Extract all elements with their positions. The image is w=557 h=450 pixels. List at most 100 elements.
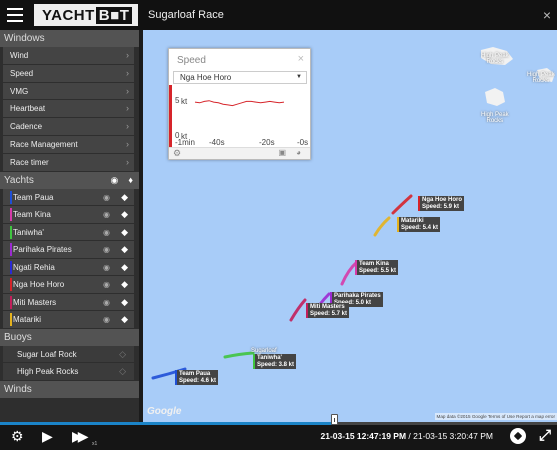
yacht-item-label: Parihaka Pirates	[13, 245, 72, 255]
tag-icon[interactable]: ◆	[121, 224, 128, 241]
yacht-item[interactable]: Nga Hoe Horo ◉ ◆	[3, 276, 134, 294]
yacht-color-swatch	[10, 295, 12, 309]
buoy-label: Sugarloaf	[251, 348, 277, 354]
buoys-header[interactable]: Buoys	[0, 328, 139, 346]
image-icon[interactable]: ▣	[278, 148, 286, 157]
yacht-item[interactable]: Ngati Rehia ◉ ◆	[3, 258, 134, 277]
yacht-map-label[interactable]: Taniwha' Speed: 3.8 kt	[253, 354, 297, 369]
yacht-item[interactable]: Taniwha' ◉ ◆	[3, 223, 134, 242]
window-item[interactable]: Race Management ›	[3, 135, 134, 154]
tag-icon[interactable]: ◆	[121, 259, 128, 276]
yacht-map-label-speed: Speed: 5.5 kt	[359, 267, 397, 274]
window-item[interactable]: VMG ›	[3, 82, 134, 101]
yachts-header[interactable]: Yachts ◉ ♦	[0, 171, 139, 189]
time-readout: 21-03-15 12:47:19 PM / 21-03-15 3:20:47 …	[320, 431, 493, 441]
yacht-map-label-speed: Speed: 4.6 kt	[179, 377, 217, 384]
yacht-map-label-name: Parihaka Pirates	[334, 293, 381, 299]
speed-chart: 5 kt0 kt-1min -40s -20s -0s	[169, 85, 308, 147]
winds-header[interactable]: Winds	[0, 380, 139, 398]
fast-forward-icon[interactable]: ▶▶	[72, 429, 88, 443]
yacht-map-label[interactable]: Nga Hoe Horo Speed: 5.9 kt	[418, 196, 465, 211]
yacht-map-label[interactable]: Team Paua Speed: 4.6 kt	[175, 370, 219, 385]
chevron-right-icon: ›	[126, 103, 129, 114]
eye-icon[interactable]: ◉	[103, 276, 110, 293]
yacht-map-label[interactable]: Miti Masters Speed: 5.7 kt	[306, 303, 350, 318]
tag-icon[interactable]: ◆	[121, 206, 128, 223]
widget-footer: ⚙ ▣ ◕	[169, 147, 310, 159]
eye-icon[interactable]: ◉	[103, 259, 110, 276]
tag-icon[interactable]: ◆	[121, 311, 128, 328]
end-time: 21-03-15 3:20:47 PM	[413, 431, 493, 441]
yacht-item[interactable]: Team Kina ◉ ◆	[3, 206, 134, 224]
tag-icon[interactable]: ◆	[121, 189, 128, 206]
yacht-item[interactable]: Matariki ◉ ◆	[3, 311, 134, 329]
hamburger-menu-icon[interactable]	[0, 0, 30, 30]
eye-icon[interactable]: ◉	[103, 189, 110, 206]
yacht-color-swatch	[10, 190, 12, 204]
chevron-right-icon: ›	[126, 67, 129, 78]
fullscreen-icon[interactable]: ⤢	[539, 427, 551, 444]
window-item[interactable]: Cadence ›	[3, 118, 134, 136]
eye-icon[interactable]: ◉	[103, 294, 110, 311]
yachts-list: Team Paua ◉ ◆ Team Kina ◉ ◆ Taniwha' ◉ ◆ Parihaka…	[0, 188, 139, 329]
yacht-map-label-speed: Speed: 5.7 kt	[310, 310, 348, 317]
football-icon[interactable]	[510, 428, 526, 444]
window-item[interactable]: Speed ›	[3, 64, 134, 83]
current-time: 21-03-15 12:47:19 PM	[320, 431, 407, 441]
yacht-map-label-name: Nga Hoe Horo	[422, 197, 463, 203]
yacht-item[interactable]: Parihaka Pirates ◉ ◆	[3, 241, 134, 259]
yacht-item-label: Miti Masters	[13, 297, 57, 307]
buoy-item-label: High Peak Rocks	[17, 367, 79, 377]
yacht-map-label-speed: Speed: 5.4 kt	[401, 224, 439, 231]
track-taniwha	[223, 351, 255, 359]
gauge-icon[interactable]: ◕	[296, 148, 301, 157]
play-icon[interactable]: ▶	[42, 429, 53, 443]
race-title: Sugarloaf Race	[148, 9, 224, 21]
progress-track[interactable]	[0, 422, 557, 425]
yacht-color-swatch	[10, 278, 12, 292]
yacht-item[interactable]: Team Paua ◉ ◆	[3, 188, 134, 207]
yacht-color-swatch	[10, 260, 12, 274]
eye-icon[interactable]: ◉	[111, 172, 119, 189]
tag-icon[interactable]: ◆	[121, 294, 128, 311]
tag-icon[interactable]: ♦	[128, 172, 133, 189]
window-item[interactable]: Wind ›	[3, 47, 134, 65]
window-item-label: Race timer	[10, 157, 49, 167]
yacht-color-swatch	[10, 313, 12, 327]
window-item[interactable]: Heartbeat ›	[3, 100, 134, 119]
tag-icon[interactable]: ◆	[121, 276, 128, 293]
playback-bar: ⚙ ▶ ▶▶ x1 21-03-15 12:47:19 PM / 21-03-1…	[0, 414, 557, 450]
eye-icon[interactable]: ◉	[103, 311, 110, 328]
eye-icon[interactable]: ◉	[103, 241, 110, 258]
buoy-item[interactable]: High Peak Rocks ◇	[3, 363, 134, 381]
window-item-label: VMG	[10, 86, 29, 96]
window-item[interactable]: Race timer ›	[3, 153, 134, 172]
chevron-right-icon: ›	[126, 85, 129, 96]
yacht-map-label[interactable]: Matariki Speed: 5.4 kt	[397, 217, 441, 232]
yacht-color-swatch	[10, 208, 12, 222]
x-tick-label: -0s	[297, 138, 308, 147]
diamond-icon[interactable]: ◇	[119, 346, 126, 363]
yacht-map-label[interactable]: Team Kina Speed: 5.5 kt	[355, 260, 399, 275]
eye-icon[interactable]: ◉	[103, 224, 110, 241]
speed-widget[interactable]: Speed × Nga Hoe Horo ▼ 5 kt 0 kt -1min -40s -2…	[168, 48, 311, 160]
map-attribution[interactable]: Map data ©2015 Google Terms of Use Repor…	[434, 413, 557, 420]
progress-handle[interactable]	[331, 414, 339, 425]
buoy-item[interactable]: Sugar Loaf Rock ◇	[3, 345, 134, 364]
diamond-icon[interactable]: ◇	[119, 363, 126, 380]
sidebar: Windows Wind › Speed › VMG › Heartbeat › Cadence…	[0, 30, 139, 422]
widget-title: Speed	[177, 55, 206, 66]
window-item-label: Race Management	[10, 139, 78, 149]
speed-line	[194, 100, 285, 107]
google-logo: Google	[147, 406, 182, 417]
yacht-item[interactable]: Miti Masters ◉ ◆	[3, 293, 134, 312]
close-icon[interactable]: ×	[298, 53, 304, 65]
yacht-select[interactable]: Nga Hoe Horo ▼	[173, 71, 307, 84]
tag-icon[interactable]: ◆	[121, 241, 128, 258]
eye-icon[interactable]: ◉	[103, 206, 110, 223]
windows-header[interactable]: Windows	[0, 30, 139, 47]
settings-icon[interactable]: ⚙	[11, 429, 24, 443]
gear-icon[interactable]: ⚙	[173, 148, 181, 159]
chevron-right-icon: ›	[126, 138, 129, 149]
close-icon[interactable]: ×	[543, 7, 551, 23]
